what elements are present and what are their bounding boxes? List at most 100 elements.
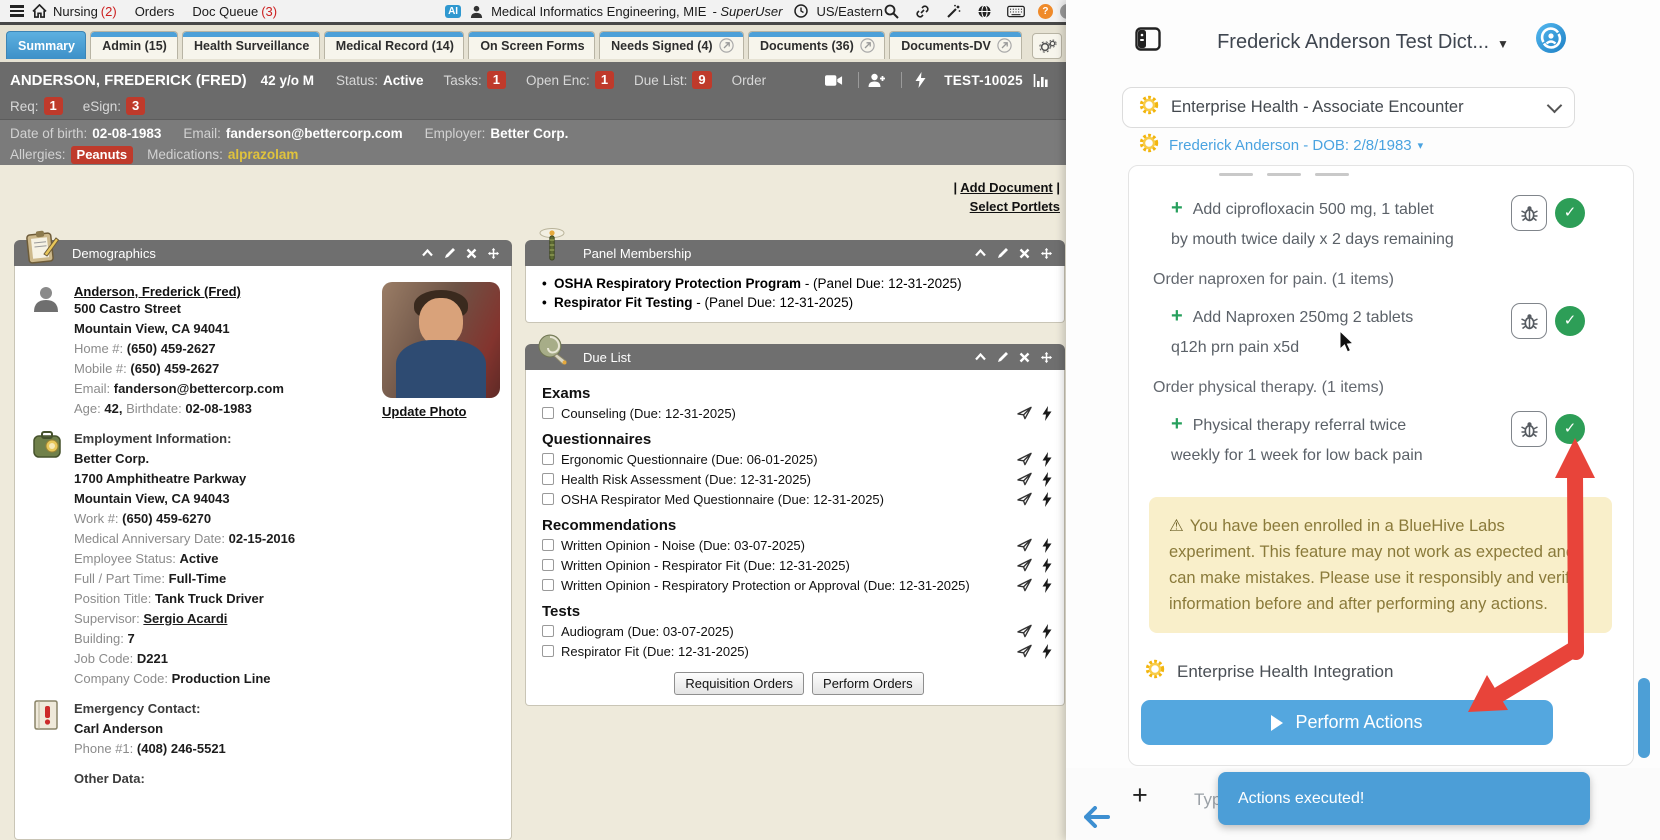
assistant-patient-line[interactable]: Frederick Anderson - DOB: 2/8/1983 ▾	[1137, 133, 1423, 157]
tab-on-screen-forms[interactable]: On Screen Forms	[468, 31, 595, 59]
topbar-menu-item[interactable]: Nursing(2)	[53, 4, 117, 19]
chart-stats-icon[interactable]	[1032, 72, 1050, 88]
due-item-label: Written Opinion - Respiratory Protection…	[561, 578, 970, 593]
tab-health-surveillance[interactable]: Health Surveillance	[182, 31, 320, 59]
timezone-label[interactable]: US/Eastern	[816, 4, 882, 19]
video-call-icon[interactable]	[825, 72, 843, 88]
tab-summary[interactable]: Summary	[6, 31, 86, 59]
move-icon[interactable]	[487, 247, 500, 260]
help-icon[interactable]: ?	[1038, 4, 1053, 19]
gear-yellow-icon	[1137, 93, 1161, 122]
globe-icon[interactable]	[976, 3, 994, 19]
other-data-section: Other Data:	[29, 769, 501, 789]
topbar-tools: ?	[883, 3, 1075, 19]
bluehive-logo-icon[interactable]	[1535, 22, 1567, 54]
update-photo-link[interactable]: Update Photo	[382, 404, 502, 419]
search-icon[interactable]	[883, 3, 901, 19]
open-enc-count-badge[interactable]: 1	[595, 71, 614, 89]
checkbox[interactable]	[542, 407, 554, 419]
hamburger-menu-icon[interactable]	[10, 5, 24, 17]
send-icon[interactable]	[1017, 472, 1032, 487]
medication-value[interactable]: alprazolam	[228, 147, 299, 162]
home-icon[interactable]	[32, 3, 47, 19]
collapse-icon[interactable]	[421, 248, 434, 258]
tab-admin-15[interactable]: Admin (15)	[90, 31, 178, 59]
close-icon[interactable]	[1019, 248, 1030, 259]
gears-icon[interactable]	[1032, 33, 1062, 59]
edit-icon[interactable]	[444, 247, 456, 259]
link-icon[interactable]	[914, 3, 932, 19]
move-icon[interactable]	[1040, 247, 1053, 260]
sidebar-toggle-icon[interactable]	[1135, 27, 1161, 56]
esign-count-badge[interactable]: 3	[126, 97, 145, 115]
quick-order-icon[interactable]	[1042, 492, 1052, 507]
perform-actions-button[interactable]: Perform Actions	[1141, 700, 1553, 745]
patient-header: ANDERSON, FREDERICK (FRED) 42 y/o M Stat…	[0, 62, 1066, 119]
panel-membership-header[interactable]: Panel Membership	[525, 240, 1065, 266]
tab-documents-36[interactable]: Documents (36)	[748, 31, 885, 59]
requisition-orders-button[interactable]: Requisition Orders	[674, 672, 804, 695]
edit-icon[interactable]	[997, 351, 1009, 363]
checkbox[interactable]	[542, 579, 554, 591]
req-count-badge[interactable]: 1	[44, 97, 63, 115]
send-icon[interactable]	[1017, 624, 1032, 639]
quick-order-icon[interactable]	[1042, 538, 1052, 553]
quick-order-icon[interactable]	[1042, 578, 1052, 593]
topbar-menu-item[interactable]: Orders	[135, 4, 175, 19]
collapse-icon[interactable]	[974, 248, 987, 258]
keyboard-icon[interactable]	[1007, 3, 1025, 19]
send-icon[interactable]	[1017, 492, 1032, 507]
close-icon[interactable]	[466, 248, 477, 259]
bug-report-button[interactable]	[1511, 195, 1547, 231]
quick-order-icon[interactable]	[1042, 624, 1052, 639]
topbar-menu-item[interactable]: Doc Queue(3)	[192, 4, 277, 19]
select-portlets-link[interactable]: Select Portlets	[970, 199, 1060, 214]
checkbox[interactable]	[542, 625, 554, 637]
allergy-badge[interactable]: Peanuts	[71, 146, 134, 164]
bug-report-button[interactable]	[1511, 411, 1547, 447]
add-attachment-button[interactable]: +	[1132, 780, 1148, 811]
add-user-icon[interactable]	[868, 72, 886, 88]
send-icon[interactable]	[1017, 578, 1032, 593]
checkbox[interactable]	[542, 539, 554, 551]
quick-order-icon[interactable]	[1042, 472, 1052, 487]
edit-icon[interactable]	[997, 247, 1009, 259]
checkbox[interactable]	[542, 645, 554, 657]
send-icon[interactable]	[1017, 452, 1032, 467]
due-list-header[interactable]: Due List	[525, 344, 1065, 370]
quick-order-icon[interactable]	[1042, 406, 1052, 421]
due-list-count-badge[interactable]: 9	[692, 71, 711, 89]
bug-report-button[interactable]	[1511, 303, 1547, 339]
tasks-count-badge[interactable]: 1	[487, 71, 506, 89]
encounter-selector[interactable]: Enterprise Health - Associate Encounter	[1122, 87, 1575, 128]
send-icon[interactable]	[1017, 644, 1032, 659]
order-label[interactable]: Order	[732, 73, 767, 88]
perform-orders-button[interactable]: Perform Orders	[812, 672, 924, 695]
demographics-portlet-header[interactable]: Demographics	[14, 240, 512, 266]
checkbox[interactable]	[542, 559, 554, 571]
field-label: Employee Status:	[74, 551, 180, 566]
collapse-icon[interactable]	[974, 352, 987, 362]
checkbox[interactable]	[542, 453, 554, 465]
quick-action-icon[interactable]	[911, 72, 929, 88]
employment-section: Employment Information: Better Corp.1700…	[29, 429, 501, 689]
quick-order-icon[interactable]	[1042, 452, 1052, 467]
checkbox[interactable]	[542, 493, 554, 505]
patient-name-link[interactable]: Anderson, Frederick (Fred)	[74, 284, 241, 299]
send-icon[interactable]	[1017, 406, 1032, 421]
add-document-link[interactable]: Add Document	[960, 180, 1052, 195]
field-value[interactable]: Sergio Acardi	[143, 611, 227, 626]
panel-scrollbar-thumb[interactable]	[1638, 678, 1650, 758]
send-icon[interactable]	[1017, 538, 1032, 553]
checkbox[interactable]	[542, 473, 554, 485]
tab-medical-record-14[interactable]: Medical Record (14)	[324, 31, 465, 59]
move-icon[interactable]	[1040, 351, 1053, 364]
quick-order-icon[interactable]	[1042, 558, 1052, 573]
tab-needs-signed-4[interactable]: Needs Signed (4)	[599, 31, 744, 59]
tab-documents-dv[interactable]: Documents-DV	[889, 31, 1022, 59]
close-icon[interactable]	[1019, 352, 1030, 363]
send-icon[interactable]	[1017, 558, 1032, 573]
wand-icon[interactable]	[945, 3, 963, 19]
quick-order-icon[interactable]	[1042, 644, 1052, 659]
collapse-panel-arrow-icon[interactable]	[1084, 806, 1110, 833]
